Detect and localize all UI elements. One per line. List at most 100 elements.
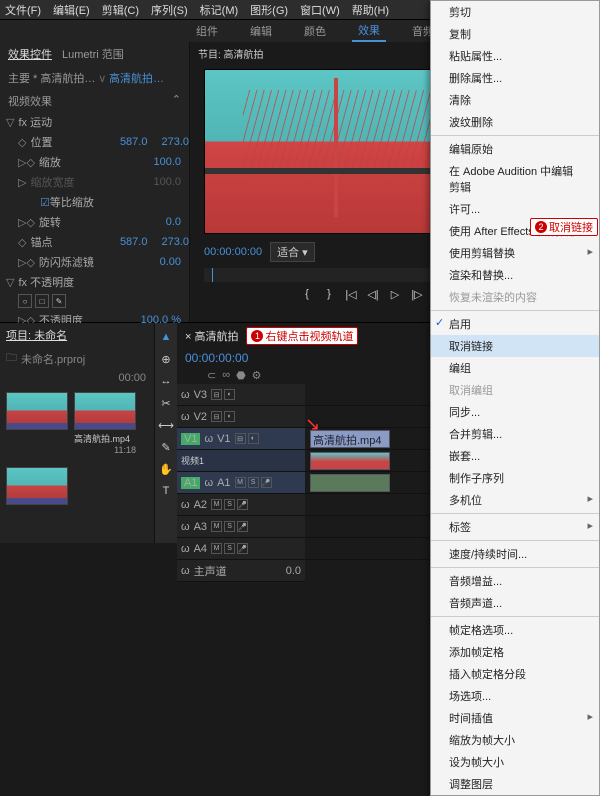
fx-position[interactable]: ◇位置587.0273.0 bbox=[0, 132, 189, 152]
fx-uniform-scale[interactable]: ☑ 等比缩放 bbox=[0, 192, 189, 212]
menu-item[interactable]: 序列(S) bbox=[151, 2, 188, 18]
bin-icon: 🗀 bbox=[6, 349, 17, 368]
tool-icon[interactable]: T bbox=[158, 483, 174, 499]
context-menu-item[interactable]: 多机位▸ bbox=[431, 489, 599, 511]
panel-tab[interactable]: Lumetri 范围 bbox=[62, 46, 124, 62]
menu-item[interactable]: 标记(M) bbox=[200, 2, 239, 18]
context-menu-item[interactable]: 复制 bbox=[431, 23, 599, 45]
project-item-clip-2[interactable] bbox=[6, 467, 68, 505]
video-clip[interactable]: 高清航拍.mp4 [V] bbox=[310, 430, 390, 448]
program-timecode[interactable]: 00:00:00:00 bbox=[204, 246, 262, 258]
menu-item[interactable]: 文件(F) bbox=[5, 2, 41, 18]
menu-item[interactable]: 编辑(E) bbox=[53, 2, 90, 18]
context-menu-item[interactable]: 场选项... bbox=[431, 685, 599, 707]
context-menu-item[interactable]: 缩放为帧大小 bbox=[431, 729, 599, 751]
context-menu-item[interactable]: 嵌套... bbox=[431, 445, 599, 467]
context-menu-item[interactable]: 编辑原始 bbox=[431, 138, 599, 160]
track-header-a1[interactable]: A1ωA1MS🎤 bbox=[177, 472, 305, 494]
project-item-sequence[interactable] bbox=[6, 392, 68, 455]
track-header-a3[interactable]: ωA3MS🎤 bbox=[177, 516, 305, 538]
pen-mask-icon[interactable]: ✎ bbox=[52, 294, 66, 308]
context-menu-item[interactable]: 渲染和替换... bbox=[431, 264, 599, 286]
link-icon[interactable]: ∞ bbox=[222, 369, 230, 382]
context-menu-item[interactable]: 启用✓ bbox=[431, 313, 599, 335]
tool-icon[interactable]: ↔ bbox=[158, 373, 174, 389]
fx-antiflicker[interactable]: ▷◇防闪烁滤镜0.00 bbox=[0, 252, 189, 272]
audio-clip[interactable] bbox=[310, 474, 390, 492]
context-menu-item[interactable]: 同步... bbox=[431, 401, 599, 423]
context-menu-item[interactable]: 设为帧大小 bbox=[431, 751, 599, 773]
context-menu-item[interactable]: 合并剪辑... bbox=[431, 423, 599, 445]
play-icon[interactable]: ▷ bbox=[387, 288, 403, 302]
tool-icon[interactable]: ▲ bbox=[158, 329, 174, 345]
mark-in-icon[interactable]: { bbox=[299, 288, 315, 302]
fx-rotation[interactable]: ▷◇旋转0.0 bbox=[0, 212, 189, 232]
tool-icon[interactable]: ✂ bbox=[158, 395, 174, 411]
marker-icon[interactable]: ⬣ bbox=[236, 369, 246, 382]
context-menu-item[interactable]: 编组 bbox=[431, 357, 599, 379]
context-menu-item[interactable]: 许可... bbox=[431, 198, 599, 220]
panel-tab[interactable]: 效果控件 bbox=[8, 46, 52, 62]
fx-scale[interactable]: ▷◇缩放100.0 bbox=[0, 152, 189, 172]
step-fwd-icon[interactable]: |▷ bbox=[409, 288, 425, 302]
fx-anchor[interactable]: ◇锚点587.0273.0 bbox=[0, 232, 189, 252]
tool-icon[interactable]: ✋ bbox=[158, 461, 174, 477]
video-effects-header[interactable]: 视频效果 ⌃ bbox=[0, 90, 189, 112]
context-menu-item[interactable]: 标签▸ bbox=[431, 516, 599, 538]
context-menu-item[interactable]: 帧定格选项... bbox=[431, 619, 599, 641]
menu-item[interactable]: 图形(G) bbox=[250, 2, 288, 18]
fx-opacity-group[interactable]: ▽fx 不透明度 bbox=[0, 272, 189, 292]
context-menu-item[interactable]: 粘贴属性... bbox=[431, 45, 599, 67]
track-header-a2[interactable]: ωA2MS🎤 bbox=[177, 494, 305, 516]
context-menu-item[interactable]: 在 Adobe Audition 中编辑剪辑 bbox=[431, 160, 599, 198]
context-menu-item[interactable]: 删除属性... bbox=[431, 67, 599, 89]
snap-icon[interactable]: ⊂ bbox=[207, 369, 216, 382]
context-menu-item[interactable]: 音频声道... bbox=[431, 592, 599, 614]
context-menu-item[interactable]: 波纹删除 bbox=[431, 111, 599, 133]
fx-scale-width: ▷缩放宽度100.0 bbox=[0, 172, 189, 192]
project-title[interactable]: 项目: 未命名 bbox=[0, 323, 154, 347]
menu-item[interactable]: 剪辑(C) bbox=[102, 2, 139, 18]
tool-icon[interactable]: ⊕ bbox=[158, 351, 174, 367]
context-menu-item[interactable]: 制作子序列 bbox=[431, 467, 599, 489]
context-menu-item[interactable]: 清除 bbox=[431, 89, 599, 111]
context-menu-item[interactable]: 添加帧定格 bbox=[431, 641, 599, 663]
workspace-tab[interactable]: 组件 bbox=[190, 21, 224, 41]
context-menu-item[interactable]: 速度/持续时间... bbox=[431, 543, 599, 565]
tool-icon[interactable]: ⟷ bbox=[158, 417, 174, 433]
workspace-tab[interactable]: 效果 bbox=[352, 20, 386, 42]
workspace-tab[interactable]: 编辑 bbox=[244, 21, 278, 41]
context-menu-item[interactable]: 音频增益... bbox=[431, 570, 599, 592]
context-menu-item[interactable]: 调整图层 bbox=[431, 773, 599, 795]
menu-item[interactable]: 帮助(H) bbox=[352, 2, 389, 18]
track-header-v1[interactable]: V1ωV1⊟◐ bbox=[177, 428, 305, 450]
ellipse-mask-icon[interactable]: ○ bbox=[18, 294, 32, 308]
source-link[interactable]: 高清航拍… bbox=[109, 73, 164, 85]
track-header-v3[interactable]: ωV3⊟◐ bbox=[177, 384, 305, 406]
track-header-a4[interactable]: ωA4MS🎤 bbox=[177, 538, 305, 560]
tool-icon[interactable]: ✎ bbox=[158, 439, 174, 455]
context-menu-item[interactable]: 使用剪辑替换▸ bbox=[431, 242, 599, 264]
context-menu-item[interactable]: 时间插值▸ bbox=[431, 707, 599, 729]
workspace-tab[interactable]: 颜色 bbox=[298, 21, 332, 41]
context-menu-item[interactable]: 取消链接 bbox=[431, 335, 599, 357]
annotation-2: 2取消链接 bbox=[530, 218, 598, 236]
fx-motion[interactable]: ▽fx 运动 bbox=[0, 112, 189, 132]
project-item-clip[interactable]: 高清航拍.mp4 11:18 bbox=[74, 392, 136, 455]
settings-icon[interactable]: ⚙ bbox=[252, 369, 262, 382]
track-header-master[interactable]: ω主声道0.0 bbox=[177, 560, 305, 582]
source-header: 主要 * 高清航拍… ∨ 高清航拍… bbox=[0, 66, 189, 90]
submenu-arrow-icon: ▸ bbox=[587, 245, 593, 258]
zoom-fit-select[interactable]: 适合 ▾ bbox=[270, 242, 315, 262]
menu-item[interactable]: 窗口(W) bbox=[300, 2, 340, 18]
go-in-icon[interactable]: |◁ bbox=[343, 288, 359, 302]
track-header-v2[interactable]: ωV2⊟◐ bbox=[177, 406, 305, 428]
video-clip-thumb[interactable] bbox=[310, 452, 390, 470]
rect-mask-icon[interactable]: □ bbox=[35, 294, 49, 308]
context-menu-item[interactable]: 插入帧定格分段 bbox=[431, 663, 599, 685]
mark-out-icon[interactable]: } bbox=[321, 288, 337, 302]
step-back-icon[interactable]: ◁| bbox=[365, 288, 381, 302]
fx-mask-icons[interactable]: ○□✎ bbox=[0, 292, 189, 310]
context-menu-item[interactable]: 剪切 bbox=[431, 1, 599, 23]
sequence-tab[interactable]: × 高清航拍 bbox=[185, 328, 238, 344]
